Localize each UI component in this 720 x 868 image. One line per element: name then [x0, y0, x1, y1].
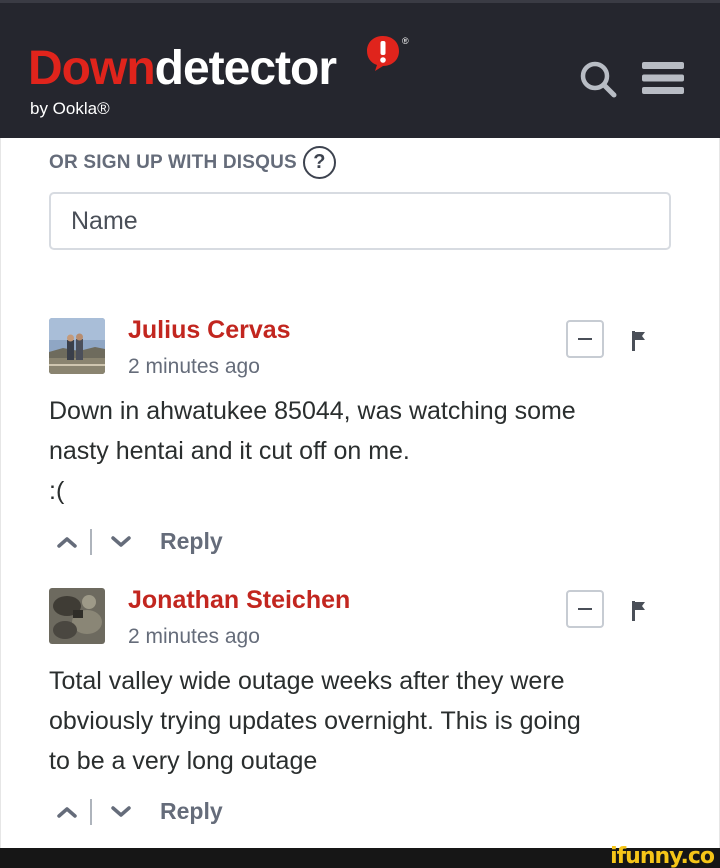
hamburger-menu-icon[interactable] — [640, 59, 686, 97]
comment-body: Down in ahwatukee 85044, was watching so… — [49, 391, 689, 511]
minus-icon — [578, 608, 592, 610]
search-icon[interactable] — [578, 59, 618, 99]
exclamation-badge-icon — [367, 36, 399, 71]
comment-body-line: Total valley wide outage weeks after the… — [49, 667, 565, 695]
upvote-chevron-icon[interactable] — [56, 535, 78, 549]
signup-label: OR SIGN UP WITH DISQUS — [49, 151, 297, 173]
comment-body-line: :( — [49, 477, 65, 505]
avatar[interactable] — [49, 318, 105, 374]
byline: by Ookla® — [30, 99, 110, 118]
comment-body: Total valley wide outage weeks after the… — [49, 661, 689, 781]
flag-icon[interactable] — [631, 600, 647, 622]
comment-author[interactable]: Julius Cervas — [128, 316, 291, 345]
name-input[interactable] — [49, 192, 671, 250]
registered-mark: ® — [402, 36, 409, 46]
vote-controls — [56, 527, 132, 557]
flag-icon[interactable] — [631, 330, 647, 352]
comment-body-line: obviously trying updates overnight. This… — [49, 707, 581, 735]
downvote-chevron-icon[interactable] — [110, 535, 132, 549]
collapse-comment-button[interactable] — [566, 320, 604, 358]
comment-timestamp[interactable]: 2 minutes ago — [128, 625, 260, 649]
comment-body-line: Down in ahwatukee 85044, was watching so… — [49, 397, 576, 425]
vote-divider — [90, 529, 92, 555]
site-header: Downdetector ® by Ookla® — [0, 0, 720, 138]
reply-link[interactable]: Reply — [160, 528, 223, 555]
reply-link[interactable]: Reply — [160, 798, 223, 825]
comment-author[interactable]: Jonathan Steichen — [128, 586, 350, 615]
minus-icon — [578, 338, 592, 340]
downvote-chevron-icon[interactable] — [110, 805, 132, 819]
downdetector-logo[interactable]: Downdetector — [28, 42, 337, 95]
collapse-comment-button[interactable] — [566, 590, 604, 628]
comment-timestamp[interactable]: 2 minutes ago — [128, 355, 260, 379]
vote-divider — [90, 799, 92, 825]
watermark-bar: ifunny.co — [0, 844, 720, 868]
signup-with-disqus: OR SIGN UP WITH DISQUS ? — [49, 146, 336, 179]
logo-down-text: Down — [28, 42, 156, 95]
upvote-chevron-icon[interactable] — [56, 805, 78, 819]
help-question-icon[interactable]: ? — [302, 146, 336, 179]
comment-body-line: to be a very long outage — [49, 747, 318, 775]
ifunny-watermark: ifunny.co — [610, 844, 715, 868]
comment-body-line: nasty hentai and it cut off on me. — [49, 437, 410, 465]
vote-controls — [56, 797, 132, 827]
avatar[interactable] — [49, 588, 105, 644]
logo-detector-text: detector — [154, 42, 337, 95]
